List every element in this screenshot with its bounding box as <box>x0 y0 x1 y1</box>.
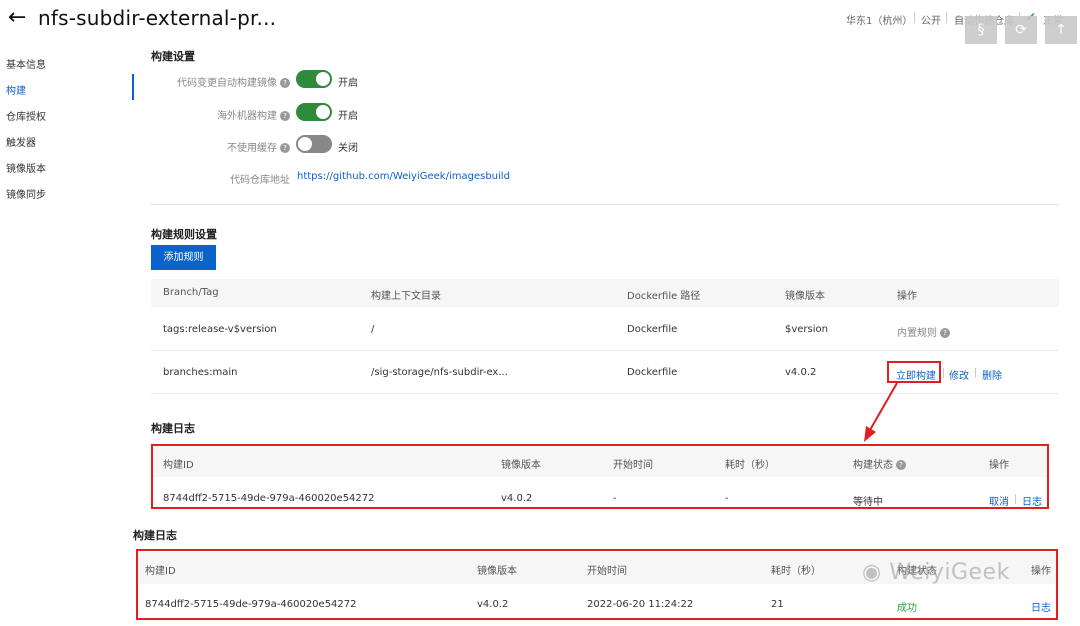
highlight-box-log-pending <box>151 444 1049 509</box>
watermark: ◉ WeiyiGeek <box>862 560 1010 585</box>
build-log-title: 构建日志 <box>151 422 195 435</box>
build-log-title: 构建日志 <box>133 529 177 542</box>
